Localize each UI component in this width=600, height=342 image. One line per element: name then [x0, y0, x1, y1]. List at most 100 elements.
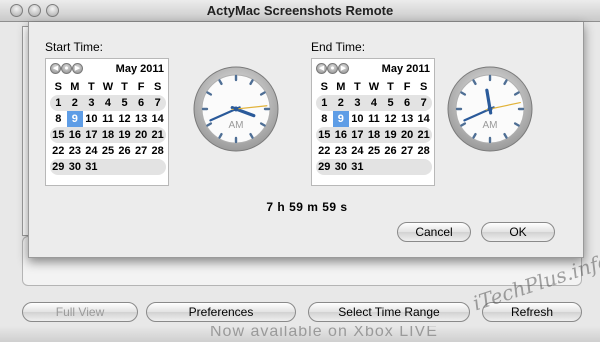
calendar-day[interactable]: 4: [100, 95, 117, 111]
weekday-label: T: [354, 81, 361, 93]
preferences-button[interactable]: Preferences: [146, 302, 296, 322]
calendar-day[interactable]: 22: [316, 143, 333, 159]
calendar-week-row: 29 30 31: [316, 159, 432, 175]
calendar-day[interactable]: 21: [415, 127, 432, 143]
title-bar: ActyMac Screenshots Remote: [0, 0, 600, 22]
calendar-day[interactable]: 23: [67, 143, 84, 159]
weekday-label: W: [368, 81, 380, 93]
prev-month-button[interactable]: ◀: [50, 63, 61, 74]
calendar-day[interactable]: 11: [100, 111, 117, 127]
calendar-day[interactable]: 15: [316, 127, 333, 143]
calendar-week-row: 8 9 10 11 12 13 14: [50, 111, 166, 127]
calendar-day[interactable]: 14: [149, 111, 166, 127]
calendar-day[interactable]: 4: [366, 95, 383, 111]
calendar-day[interactable]: 10: [83, 111, 100, 127]
calendar-day[interactable]: 6: [133, 95, 150, 111]
calendar-day[interactable]: 24: [349, 143, 366, 159]
calendar-day[interactable]: 29: [50, 159, 67, 175]
calendar-day[interactable]: 11: [366, 111, 383, 127]
weekday-label: T: [387, 81, 394, 93]
today-button[interactable]: ●: [327, 63, 338, 74]
calendar-day[interactable]: 20: [399, 127, 416, 143]
next-month-button[interactable]: ▶: [72, 63, 83, 74]
weekday-label: M: [336, 81, 346, 93]
calendar-day[interactable]: 26: [116, 143, 133, 159]
calendar-day[interactable]: 12: [116, 111, 133, 127]
end-clock[interactable]: AM: [447, 66, 533, 152]
calendar-day[interactable]: 17: [349, 127, 366, 143]
calendar-day[interactable]: 18: [366, 127, 383, 143]
clock-center: [233, 106, 239, 112]
calendar-month: May 2011: [115, 63, 164, 75]
weekday-label: S: [153, 81, 162, 93]
calendar-day[interactable]: 28: [149, 143, 166, 159]
next-month-button[interactable]: ▶: [338, 63, 349, 74]
calendar-day[interactable]: 3: [349, 95, 366, 111]
calendar-day[interactable]: 19: [382, 127, 399, 143]
calendar-day[interactable]: 12: [382, 111, 399, 127]
calendar-day[interactable]: 30: [333, 159, 350, 175]
calendar-day[interactable]: 7: [415, 95, 432, 111]
calendar-day[interactable]: 5: [382, 95, 399, 111]
calendar-day[interactable]: 2: [333, 95, 350, 111]
select-time-range-button[interactable]: Select Time Range: [308, 302, 470, 322]
prev-month-button[interactable]: ◀: [316, 63, 327, 74]
calendar-day[interactable]: 31: [349, 159, 366, 175]
calendar-day[interactable]: 17: [83, 127, 100, 143]
calendar-day[interactable]: 31: [83, 159, 100, 175]
main-window: ActyMac Screenshots Remote Start Time: E…: [0, 0, 600, 342]
duration-readout: 7 h 59 m 59 s: [266, 200, 348, 214]
calendar-day[interactable]: 10: [349, 111, 366, 127]
calendar-day[interactable]: 28: [415, 143, 432, 159]
calendar-day[interactable]: 14: [415, 111, 432, 127]
today-button[interactable]: ●: [61, 63, 72, 74]
calendar-day[interactable]: 25: [366, 143, 383, 159]
calendar-day[interactable]: 8: [316, 111, 333, 127]
close-window-button[interactable]: [10, 4, 23, 17]
calendar-day[interactable]: 1: [316, 95, 333, 111]
calendar-day[interactable]: 16: [67, 127, 84, 143]
calendar-day[interactable]: 1: [50, 95, 67, 111]
zoom-window-button[interactable]: [46, 4, 59, 17]
calendar-day[interactable]: 25: [100, 143, 117, 159]
calendar-day[interactable]: 22: [50, 143, 67, 159]
calendar-day[interactable]: 30: [67, 159, 84, 175]
calendar-day[interactable]: 6: [399, 95, 416, 111]
minimize-window-button[interactable]: [28, 4, 41, 17]
calendar-day[interactable]: 21: [149, 127, 166, 143]
calendar-day[interactable]: 20: [133, 127, 150, 143]
weekday-label: S: [54, 81, 62, 93]
weekday-label: T: [121, 81, 128, 93]
calendar-day[interactable]: 26: [382, 143, 399, 159]
calendar-day[interactable]: 23: [333, 143, 350, 159]
calendar-day[interactable]: 2: [67, 95, 84, 111]
calendar-day[interactable]: 7: [149, 95, 166, 111]
calendar-day[interactable]: 15: [50, 127, 67, 143]
calendar-day[interactable]: 19: [116, 127, 133, 143]
start-clock[interactable]: AM: [193, 66, 279, 152]
calendar-empty-cell: [415, 159, 432, 175]
calendar-grid: S M T W T F S 1 2 3 4 5 6 7 8 9 10 11 12 13 14 15 16 17 18 19 20 21…: [50, 79, 166, 175]
start-calendar[interactable]: ◀ ● ▶ May 2011 S M T W T F S 1 2 3 4 5 6 7 8 9 10 11 12 13 1…: [45, 58, 169, 186]
calendar-day[interactable]: 24: [83, 143, 100, 159]
calendar-day[interactable]: 27: [399, 143, 416, 159]
calendar-day[interactable]: 13: [133, 111, 150, 127]
calendar-day[interactable]: 16: [333, 127, 350, 143]
window-title: ActyMac Screenshots Remote: [206, 3, 394, 18]
calendar-day[interactable]: 8: [50, 111, 67, 127]
full-view-button[interactable]: Full View: [22, 302, 138, 322]
calendar-day[interactable]: 5: [116, 95, 133, 111]
cancel-button[interactable]: Cancel: [397, 222, 471, 242]
calendar-day[interactable]: 9: [66, 111, 84, 127]
calendar-day[interactable]: 13: [399, 111, 416, 127]
calendar-header: ◀ ● ▶ May 2011: [46, 63, 170, 77]
calendar-day[interactable]: 3: [83, 95, 100, 111]
calendar-week-row: 15 16 17 18 19 20 21: [316, 127, 432, 143]
ok-button[interactable]: OK: [481, 222, 555, 242]
clock-center: [487, 106, 493, 112]
calendar-day[interactable]: 9: [332, 111, 350, 127]
calendar-day[interactable]: 27: [133, 143, 150, 159]
calendar-day[interactable]: 18: [100, 127, 117, 143]
calendar-day[interactable]: 29: [316, 159, 333, 175]
end-calendar[interactable]: ◀ ● ▶ May 2011 S M T W T F S 1 2 3 4 5 6 7 8 9 10 11 12 13 1…: [311, 58, 435, 186]
